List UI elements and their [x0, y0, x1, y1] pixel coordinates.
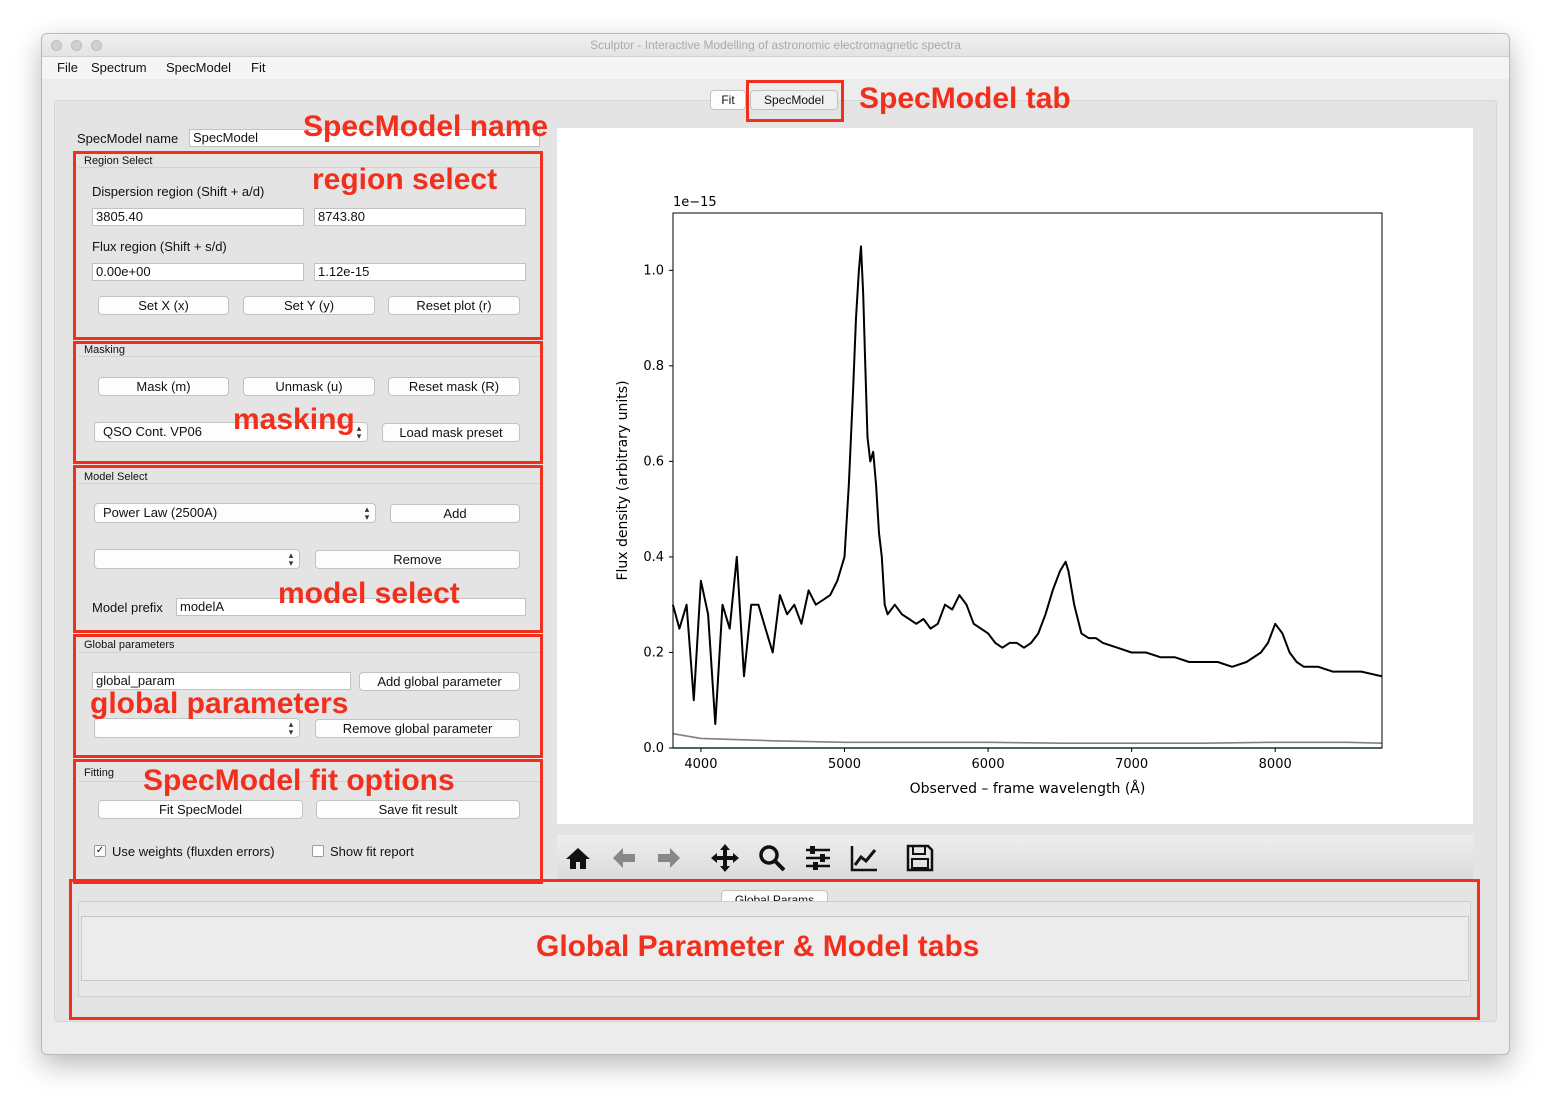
series-line-1 [672, 732, 1382, 745]
menu-bar: File Spectrum SpecModel Fit [42, 57, 1509, 79]
x-tick-label-4: 8000 [1259, 757, 1292, 772]
save-icon[interactable] [905, 843, 935, 873]
configure-subplots-icon[interactable] [803, 843, 833, 873]
menu-spectrum[interactable]: Spectrum [91, 60, 147, 75]
axes-frame [672, 212, 1383, 749]
annotation-specmodel-name: SpecModel name [303, 110, 549, 143]
back-arrow-icon[interactable] [609, 843, 639, 873]
plot-canvas[interactable]: 4000 5000 6000 7000 8000 0.0 0.2 0.4 0.6 0.8 1.0 1e… [557, 128, 1473, 824]
x-tick-label-2: 6000 [972, 757, 1005, 772]
x-tick-label-0: 4000 [684, 757, 717, 772]
tab-fit[interactable]: Fit [710, 90, 746, 110]
annotation-bottom-tabs: Global Parameter & Model tabs [536, 930, 980, 963]
y-axis-label: Flux density (arbitrary units) [615, 380, 631, 580]
y-tick-label-2: 0.4 [643, 550, 664, 565]
plot-toolbar [557, 835, 1473, 881]
window-title: Sculptor - Interactive Modelling of astr… [590, 38, 961, 52]
annotation-specmodel-tab: SpecModel tab [859, 82, 1071, 115]
series-line-0 [671, 245, 1383, 726]
menu-specmodel[interactable]: SpecModel [166, 60, 231, 75]
title-bar: Sculptor - Interactive Modelling of astr… [42, 34, 1509, 57]
menu-file[interactable]: File [57, 60, 78, 75]
annotation-masking: masking [233, 403, 355, 436]
zoom-icon[interactable] [757, 843, 787, 873]
menu-fit[interactable]: Fit [251, 60, 265, 75]
forward-arrow-icon[interactable] [654, 843, 684, 873]
x-tick-label-1: 5000 [828, 757, 861, 772]
y-offset-label: 1e−15 [673, 195, 717, 210]
edit-axis-icon[interactable] [849, 843, 879, 873]
y-tick-label-1: 0.2 [643, 645, 664, 660]
annotation-global-parameters: global parameters [90, 687, 349, 720]
y-tick-label-4: 0.8 [643, 359, 664, 374]
pan-icon[interactable] [710, 843, 740, 873]
x-axis-label: Observed – frame wavelength (Å) [910, 780, 1146, 797]
annotation-box-specmodel-tab [746, 80, 844, 122]
x-tick-label-3: 7000 [1115, 757, 1148, 772]
annotation-region-select: region select [312, 163, 498, 196]
y-tick-label-0: 0.0 [643, 741, 664, 756]
spectrum-chart[interactable]: 4000 5000 6000 7000 8000 0.0 0.2 0.4 0.6 0.8 1.0 1e… [557, 128, 1473, 824]
y-tick-label-5: 1.0 [643, 263, 664, 278]
annotation-fit-options: SpecModel fit options [143, 764, 455, 797]
specmodel-name-label: SpecModel name [77, 131, 179, 146]
y-tick-label-3: 0.6 [643, 454, 664, 469]
home-icon[interactable] [563, 843, 593, 873]
annotation-model-select: model select [278, 577, 460, 610]
